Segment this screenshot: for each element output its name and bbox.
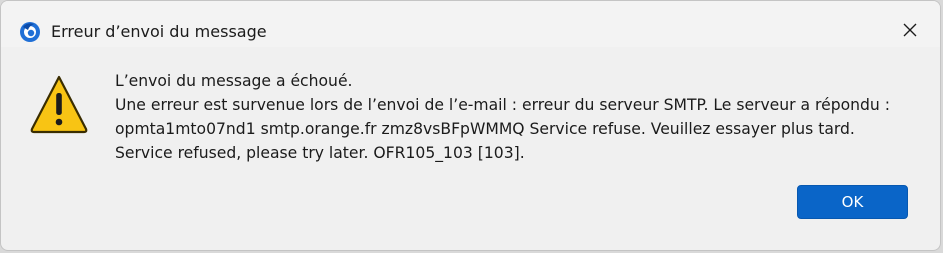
ok-button[interactable]: OK: [797, 185, 908, 219]
close-icon: [903, 23, 917, 37]
message-line-server-code: Service refused, please try later. OFR10…: [115, 144, 525, 162]
title-bar: Erreur d’envoi du message: [1, 1, 940, 47]
error-message: L’envoi du message a échoué. Une erreur …: [115, 69, 926, 165]
window-title: Erreur d’envoi du message: [51, 22, 267, 41]
thunderbird-app-icon: [19, 21, 41, 43]
message-line-server-response: opmta1mto07nd1 smtp.orange.fr zmz8vsBFpW…: [115, 120, 855, 138]
message-line-detail: Une erreur est survenue lors de l’envoi …: [115, 96, 891, 114]
warning-icon: [29, 73, 89, 135]
close-button[interactable]: [880, 13, 940, 47]
message-line-summary: L’envoi du message a échoué.: [115, 72, 353, 90]
error-dialog: Erreur d’envoi du message L’envoi du mes…: [0, 0, 941, 251]
